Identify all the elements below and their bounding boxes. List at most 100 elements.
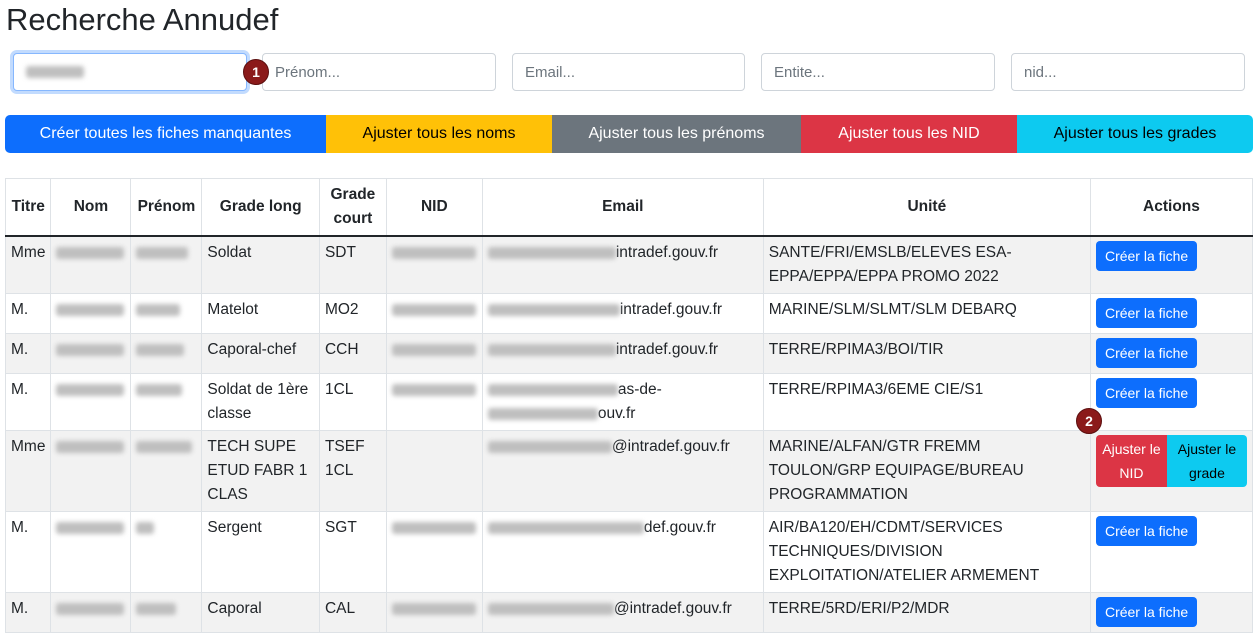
- cell-grade-court: MO2: [318, 293, 387, 334]
- cell-actions: Créer la fiche: [1089, 333, 1254, 374]
- cell-grade-long: Soldat: [201, 235, 320, 294]
- nid-search-input[interactable]: [1011, 53, 1245, 91]
- cell-grade-court: 1CL: [318, 373, 387, 431]
- cell-nid-redacted: [385, 293, 483, 334]
- prenom-search-input[interactable]: [262, 53, 496, 91]
- cell-nid-redacted: [385, 373, 483, 431]
- header-grade-court: Grade court: [318, 178, 387, 237]
- page-title: Recherche Annudef: [6, 2, 279, 37]
- cell-titre: M.: [4, 592, 52, 633]
- header-titre: Titre: [4, 178, 52, 237]
- cell-prenom-redacted: [130, 430, 203, 512]
- adjust-grades-button[interactable]: Ajuster tous les grades: [1017, 115, 1253, 153]
- create-record-button[interactable]: Créer la fiche: [1095, 241, 1198, 271]
- cell-grade-long: Caporal-chef: [201, 333, 320, 374]
- adjust-grade-button[interactable]: Ajuster le grade: [1166, 435, 1247, 487]
- cell-unite: AIR/BA120/EH/CDMT/SERVICES TECHNIQUES/DI…: [762, 511, 1091, 593]
- cell-nid-empty: [385, 430, 483, 512]
- cell-nom-redacted: [50, 333, 132, 374]
- annotation-marker-2: 2: [1076, 408, 1102, 434]
- table-header-row: Titre Nom Prénom Grade long Grade court …: [4, 178, 1254, 237]
- create-record-button[interactable]: Créer la fiche: [1095, 338, 1198, 368]
- cell-email: as-de-ouv.fr: [481, 373, 764, 431]
- adjust-names-button[interactable]: Ajuster tous les noms: [326, 115, 552, 153]
- create-all-button[interactable]: Créer toutes les fiches manquantes: [5, 115, 326, 153]
- cell-titre: M.: [4, 293, 52, 334]
- cell-unite: MARINE/SLM/SLMT/SLM DEBARQ: [762, 293, 1091, 334]
- cell-unite: MARINE/ALFAN/GTR FREMM TOULON/GRP EQUIPA…: [762, 430, 1091, 512]
- cell-actions: Créer la fiche: [1089, 293, 1254, 334]
- cell-email: intradef.gouv.fr: [481, 293, 764, 334]
- header-nom: Nom: [50, 178, 132, 237]
- cell-grade-long: Caporal: [201, 592, 320, 633]
- cell-titre: M.: [4, 333, 52, 374]
- cell-grade-court: TSEF 1CL: [318, 430, 387, 512]
- cell-titre: Mme: [4, 430, 52, 512]
- table-row: M. Caporal-chef CCH intradef.gouv.fr TER…: [4, 333, 1254, 374]
- header-email: Email: [481, 178, 764, 237]
- cell-nid-redacted: [385, 333, 483, 374]
- cell-grade-long: Sergent: [201, 511, 320, 593]
- header-grade-long: Grade long: [201, 178, 320, 237]
- email-search-input[interactable]: [512, 53, 745, 91]
- cell-grade-court: CCH: [318, 333, 387, 374]
- cell-nid-redacted: [385, 592, 483, 633]
- table-row: M. Caporal CAL @intradef.gouv.fr TERRE/5…: [4, 592, 1254, 633]
- adjust-firstnames-button[interactable]: Ajuster tous les prénoms: [552, 115, 801, 153]
- cell-grade-long: TECH SUPE ETUD FABR 1 CLAS: [201, 430, 320, 512]
- cell-nom-redacted: [50, 293, 132, 334]
- cell-prenom-redacted: [130, 511, 203, 593]
- header-nid: NID: [385, 178, 483, 237]
- cell-email: intradef.gouv.fr: [481, 333, 764, 374]
- create-record-button[interactable]: Créer la fiche: [1095, 597, 1198, 627]
- create-record-button[interactable]: Créer la fiche: [1095, 378, 1198, 408]
- adjust-actions-group: Ajuster le NID Ajuster le grade: [1095, 435, 1247, 487]
- cell-unite: TERRE/RPIMA3/6EME CIE/S1: [762, 373, 1091, 431]
- cell-email: intradef.gouv.fr: [481, 235, 764, 294]
- annotation-marker-1: 1: [243, 59, 269, 85]
- adjust-nids-button[interactable]: Ajuster tous les NID: [801, 115, 1017, 153]
- cell-actions: Créer la fiche: [1089, 511, 1254, 593]
- cell-email: @intradef.gouv.fr: [481, 592, 764, 633]
- create-record-button[interactable]: Créer la fiche: [1095, 516, 1198, 546]
- cell-titre: M.: [4, 511, 52, 593]
- adjust-nid-button[interactable]: Ajuster le NID: [1095, 435, 1167, 487]
- header-unite: Unité: [762, 178, 1091, 237]
- cell-actions: Créer la fiche: [1089, 373, 1254, 431]
- search-filters: [0, 53, 1258, 91]
- cell-grade-long: Matelot: [201, 293, 320, 334]
- redacted-text: [26, 66, 84, 78]
- header-actions: Actions: [1089, 178, 1254, 237]
- cell-prenom-redacted: [130, 293, 203, 334]
- results-table: Titre Nom Prénom Grade long Grade court …: [4, 178, 1254, 633]
- cell-nid-redacted: [385, 235, 483, 294]
- cell-nom-redacted: [50, 592, 132, 633]
- cell-nom-redacted: [50, 373, 132, 431]
- cell-grade-court: CAL: [318, 592, 387, 633]
- cell-email: @intradef.gouv.fr: [481, 430, 764, 512]
- cell-actions: Créer la fiche: [1089, 235, 1254, 294]
- table-row: M. Soldat de 1ère classe 1CL as-de-ouv.f…: [4, 373, 1254, 431]
- create-record-button[interactable]: Créer la fiche: [1095, 298, 1198, 328]
- cell-unite: TERRE/5RD/ERI/P2/MDR: [762, 592, 1091, 633]
- table-row: M. Matelot MO2 intradef.gouv.fr MARINE/S…: [4, 293, 1254, 334]
- cell-grade-court: SDT: [318, 235, 387, 294]
- cell-nom-redacted: [50, 235, 132, 294]
- cell-grade-long: Soldat de 1ère classe: [201, 373, 320, 431]
- table-row: M. Sergent SGT def.gouv.fr AIR/BA120/EH/…: [4, 511, 1254, 593]
- cell-prenom-redacted: [130, 592, 203, 633]
- cell-nid-redacted: [385, 511, 483, 593]
- cell-unite: TERRE/RPIMA3/BOI/TIR: [762, 333, 1091, 374]
- header-prenom: Prénom: [130, 178, 203, 237]
- cell-prenom-redacted: [130, 235, 203, 294]
- cell-unite: SANTE/FRI/EMSLB/ELEVES ESA-EPPA/EPPA/EPP…: [762, 235, 1091, 294]
- cell-actions: Créer la fiche: [1089, 592, 1254, 633]
- cell-titre: Mme: [4, 235, 52, 294]
- cell-nom-redacted: [50, 511, 132, 593]
- nom-search-input[interactable]: [13, 53, 247, 91]
- table-row: Mme TECH SUPE ETUD FABR 1 CLAS TSEF 1CL …: [4, 430, 1254, 512]
- entite-search-input[interactable]: [761, 53, 995, 91]
- cell-prenom-redacted: [130, 333, 203, 374]
- cell-prenom-redacted: [130, 373, 203, 431]
- cell-titre: M.: [4, 373, 52, 431]
